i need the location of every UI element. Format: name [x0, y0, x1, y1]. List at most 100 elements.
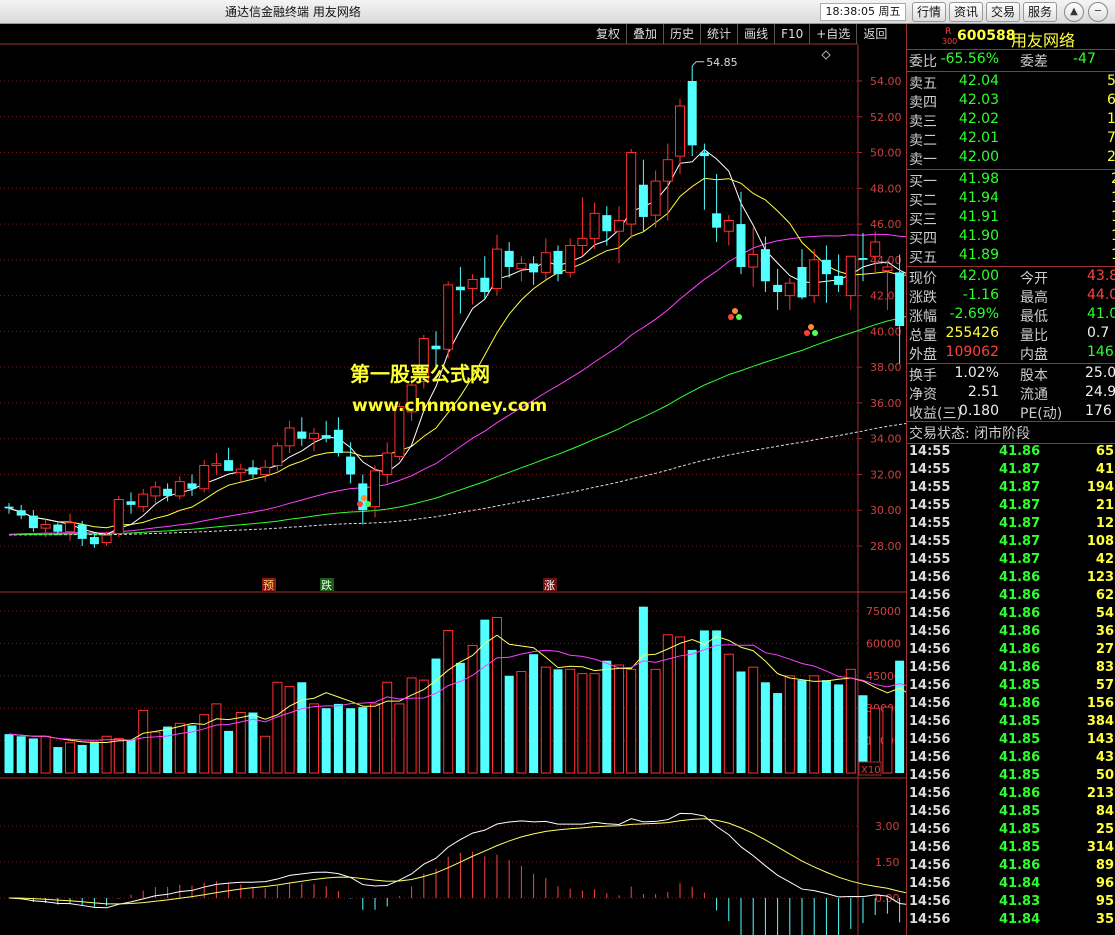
expand-icon[interactable]: ▲ — [1064, 2, 1084, 22]
volume-bar — [126, 739, 136, 773]
tick-time: 14:56 — [909, 678, 951, 693]
tick-price: 41.85 — [999, 804, 1041, 819]
candle-body — [602, 215, 612, 232]
bid-label: 买二 — [909, 193, 937, 209]
volume-bar — [113, 737, 124, 774]
tick-row: 14:56 41.86 83 — [907, 660, 1115, 678]
tick-time: 14:56 — [909, 714, 951, 729]
volume-bar — [89, 741, 99, 773]
tick-time: 14:56 — [909, 606, 951, 621]
stat-row: 外盘 109062 内盘 14630 — [907, 344, 1115, 363]
volume-bar — [406, 677, 417, 774]
tick-time: 14:56 — [909, 786, 951, 801]
tick-row: 14:56 41.86 43 — [907, 750, 1115, 768]
tick-volume: 194 — [1086, 480, 1114, 495]
tick-volume: 83 — [1095, 660, 1114, 675]
bid-volume: 1 — [1111, 247, 1115, 263]
stat-value2: 14630 — [1087, 344, 1115, 360]
ball-marker-icon — [808, 324, 814, 330]
stat-row: 现价 42.00 今开 43.8 — [907, 268, 1115, 287]
candle-body — [809, 259, 820, 297]
stat-value: 42.00 — [958, 268, 999, 284]
candle-body — [845, 255, 856, 297]
volume-bar — [65, 742, 75, 774]
volume-bar — [346, 708, 356, 773]
bid-row: 买五 41.89 1 — [907, 247, 1115, 266]
stock-header: R 300 600588 用友网络 — [907, 27, 1115, 50]
volume-bar — [748, 666, 759, 774]
volume-bar — [394, 703, 405, 774]
candle-body — [174, 481, 185, 497]
candle-body — [565, 245, 576, 273]
diamond-icon — [821, 50, 831, 60]
candle-body — [77, 524, 87, 539]
tick-volume: 96 — [1095, 876, 1114, 891]
volume-bar — [736, 671, 746, 773]
tick-volume: 50 — [1095, 768, 1114, 783]
tick-row: 14:56 41.86 62 — [907, 588, 1115, 606]
candle-body — [370, 470, 380, 508]
tick-time: 14:56 — [909, 768, 951, 783]
ball-marker-icon — [804, 330, 810, 336]
volume-bar — [675, 636, 685, 774]
kline-chart[interactable]: 28.0030.0032.0034.0036.0038.0040.0042.00… — [0, 24, 906, 935]
tick-price: 41.85 — [999, 678, 1041, 693]
tick-row: 14:56 41.85 25 — [907, 822, 1115, 840]
volume-bar — [4, 734, 14, 773]
tick-time: 14:55 — [909, 534, 951, 549]
info-button[interactable]: 资讯 — [949, 2, 983, 22]
signal-label: 预 — [263, 579, 274, 592]
bid-price: 41.89 — [958, 247, 999, 263]
tick-time: 14:55 — [909, 516, 951, 531]
watermark-url: www.chnmoney.com — [352, 396, 548, 416]
candle-body — [895, 272, 905, 327]
ma10-line — [8, 177, 906, 529]
tick-time: 14:56 — [909, 570, 951, 585]
volume-bar — [16, 736, 26, 773]
trade-button[interactable]: 交易 — [986, 2, 1020, 22]
volume-bar — [626, 668, 637, 774]
ask-row: 卖四 42.03 6 — [907, 92, 1115, 111]
candle-body — [858, 258, 868, 260]
volume-bar — [284, 686, 295, 774]
tick-row: 14:56 41.84 35 — [907, 912, 1115, 930]
bid-label: 买三 — [909, 212, 937, 228]
stock-badge: R — [945, 27, 952, 37]
separator — [907, 169, 1115, 170]
candle-body — [492, 248, 502, 289]
candle-body — [614, 220, 624, 232]
candle-body — [516, 262, 527, 270]
ask-volume: 27 — [1107, 149, 1115, 165]
stat-row: 总量 255426 量比 0.7 — [907, 325, 1115, 344]
market-button[interactable]: 行情 — [912, 2, 946, 22]
tick-row: 14:55 41.87 42 — [907, 552, 1115, 570]
separator — [907, 266, 1115, 267]
ball-marker-icon — [736, 314, 742, 320]
candle-body — [431, 345, 441, 350]
candle-body — [89, 537, 99, 545]
candle-body — [882, 266, 893, 272]
volume-bar — [858, 695, 868, 773]
price-tick-label: 28.00 — [870, 540, 902, 553]
service-button[interactable]: 服务 — [1023, 2, 1057, 22]
bid-volume: 1 — [1111, 190, 1115, 206]
volume-bar — [784, 675, 795, 774]
tick-volume: 21 — [1095, 498, 1114, 513]
candle-body — [589, 212, 600, 239]
tick-volume: 42 — [1095, 552, 1114, 567]
stock-name: 用友网络 — [1011, 31, 1076, 50]
ball-marker-icon — [357, 501, 363, 507]
candle-body — [284, 427, 295, 447]
tick-time: 14:56 — [909, 894, 951, 909]
stat-label2: 内盘 — [1020, 347, 1048, 363]
tick-volume: 95 — [1095, 894, 1114, 909]
tick-price: 41.86 — [999, 444, 1041, 459]
ask-row: 卖五 42.04 5 — [907, 73, 1115, 92]
candle-body — [199, 465, 210, 490]
bid-label: 买五 — [909, 250, 937, 266]
candle-body — [4, 506, 14, 509]
bid-row: 买二 41.94 1 — [907, 190, 1115, 209]
tick-price: 41.86 — [999, 750, 1041, 765]
volume-bar — [760, 682, 770, 773]
minimize-icon[interactable]: ─ — [1088, 2, 1108, 22]
